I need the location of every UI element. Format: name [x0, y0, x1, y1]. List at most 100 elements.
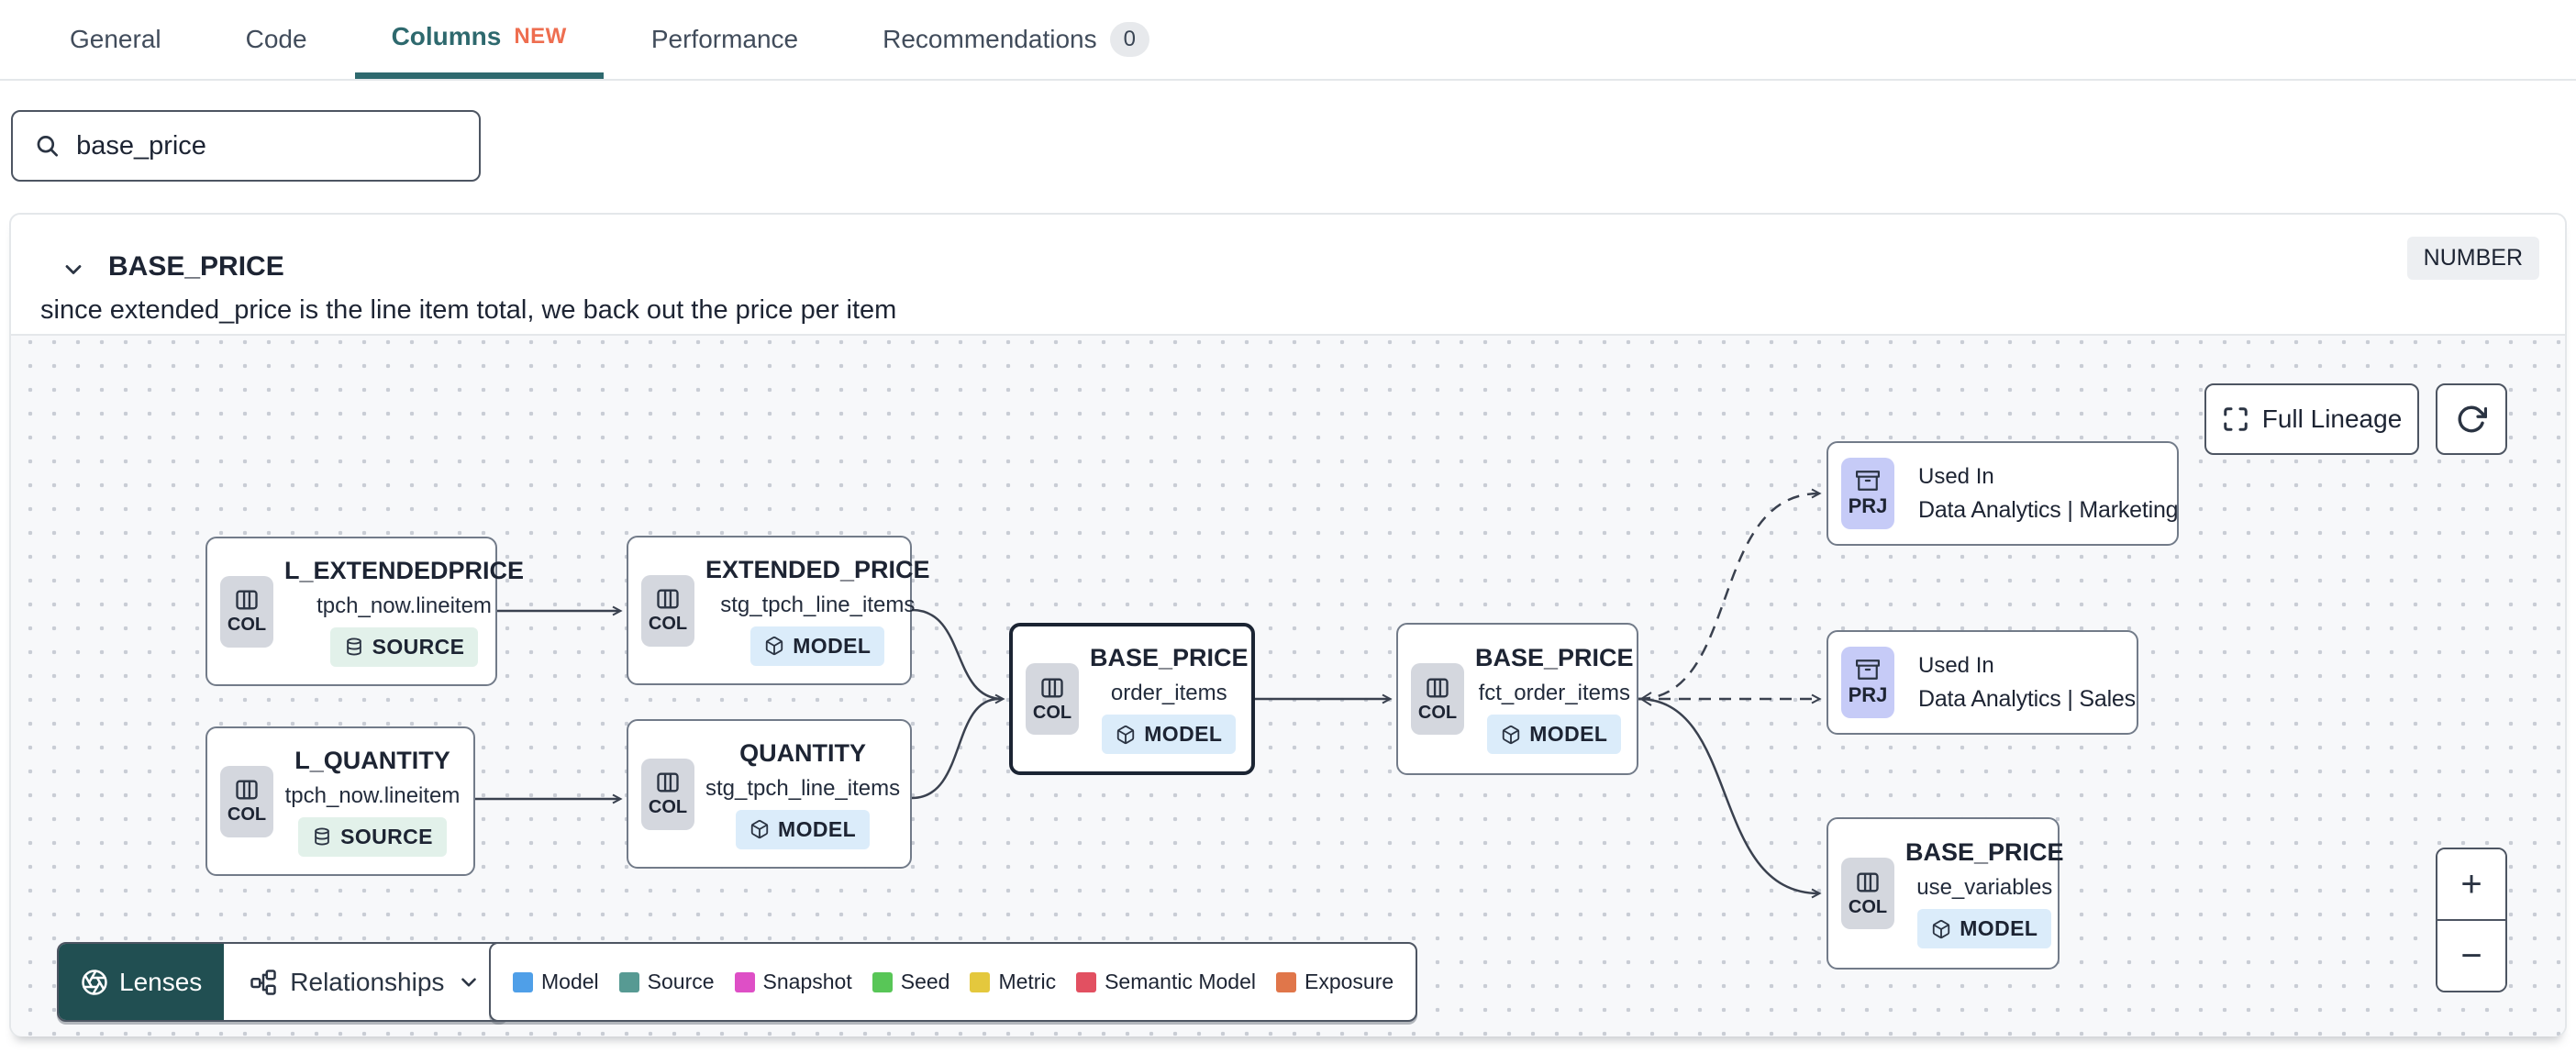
node-l-quantity[interactable]: COL L_QUANTITY tpch_now.lineitem SOURCE — [205, 726, 475, 876]
refresh-icon — [2458, 405, 2487, 433]
used-in-label: Used In — [1918, 463, 1994, 489]
node-subtitle: tpch_now.lineitem — [284, 782, 461, 808]
node-subtitle: order_items — [1110, 681, 1227, 705]
zoom-out-button[interactable]: − — [2437, 921, 2505, 991]
lenses-button[interactable]: Lenses — [59, 944, 225, 1020]
node-extended-price[interactable]: COL EXTENDED_PRICE stg_tpch_line_items M… — [627, 536, 930, 685]
node-subtitle: stg_tpch_line_items — [705, 775, 901, 801]
lineage-canvas[interactable]: COL L_EXTENDEDPRICE tpch_now.lineitem SO… — [11, 334, 2565, 1036]
columns-icon — [236, 780, 258, 800]
columns-icon — [1041, 678, 1063, 697]
legend-swatch-seed — [872, 971, 893, 992]
model-badge: MODEL — [1487, 715, 1622, 754]
aperture-icon — [82, 969, 107, 995]
node-base-price-fct-order-items[interactable]: COL BASE_PRICE fct_order_items MODEL — [1396, 623, 1638, 775]
column-entity-badge: COL — [220, 575, 273, 648]
node-used-in-sales[interactable]: PRJ Used In Data Analytics | Sales — [1827, 630, 2138, 735]
cube-icon — [1933, 919, 1950, 938]
node-subtitle: use_variables — [1916, 875, 2053, 900]
node-base-price-order-items[interactable]: COL BASE_PRICE order_items MODEL — [1009, 623, 1255, 775]
column-entity-badge: COL — [641, 574, 694, 647]
tab-code[interactable]: Code — [209, 0, 344, 79]
lenses-toolbar: Lenses Relationships — [57, 942, 509, 1022]
model-badge: MODEL — [736, 809, 871, 849]
chevron-down-icon — [461, 977, 477, 987]
chevron-down-icon[interactable] — [61, 257, 86, 283]
column-entity-badge: COL — [641, 758, 694, 830]
column-lineage-page: General Code Columns NEW Performance Rec… — [0, 0, 2576, 1053]
column-type-badge: NUMBER — [2406, 237, 2539, 280]
new-badge: NEW — [514, 23, 567, 49]
tab-general[interactable]: General — [33, 0, 198, 79]
model-badge: MODEL — [750, 626, 885, 666]
node-title: L_EXTENDEDPRICE — [284, 556, 525, 584]
node-subtitle: fct_order_items — [1478, 681, 1630, 705]
node-subtitle: stg_tpch_line_items — [720, 592, 916, 617]
legend-swatch-source — [618, 971, 639, 992]
node-title: BASE_PRICE — [1475, 644, 1634, 671]
zoom-in-button[interactable]: + — [2437, 849, 2505, 921]
columns-icon — [657, 772, 679, 793]
column-panel-header: BASE_PRICE NUMBER since extended_price i… — [11, 215, 2565, 332]
full-lineage-button[interactable]: Full Lineage — [2204, 383, 2419, 455]
column-search[interactable] — [11, 110, 481, 182]
search-icon — [37, 136, 59, 157]
column-entity-badge: COL — [1841, 858, 1894, 929]
cube-icon — [750, 819, 769, 839]
node-subtitle: tpch_now.lineitem — [316, 593, 492, 618]
refresh-button[interactable] — [2436, 383, 2507, 455]
legend-swatch-semantic-model — [1076, 971, 1097, 992]
project-name: Data Analytics | Sales — [1918, 685, 2136, 712]
node-l-extendedprice[interactable]: COL L_EXTENDEDPRICE tpch_now.lineitem SO… — [205, 537, 524, 686]
columns-icon — [1857, 872, 1879, 892]
node-title: EXTENDED_PRICE — [705, 555, 930, 583]
search-input[interactable] — [76, 130, 457, 161]
tab-recommendations[interactable]: Recommendations 0 — [846, 0, 1186, 79]
legend-metric: Metric — [970, 970, 1056, 994]
lineage-edges — [475, 488, 1822, 899]
project-icon — [1856, 471, 1880, 491]
zoom-controls: + − — [2436, 848, 2507, 992]
columns-icon — [236, 590, 258, 610]
node-title: BASE_PRICE — [1905, 838, 2064, 866]
expand-icon — [2223, 407, 2248, 431]
relationships-icon — [250, 969, 277, 995]
relationships-dropdown[interactable]: Relationships — [224, 944, 507, 1020]
recommendations-count-badge: 0 — [1109, 22, 1149, 57]
column-description: since extended_price is the line item to… — [40, 295, 897, 325]
node-title: QUANTITY — [739, 738, 867, 767]
node-quantity[interactable]: COL QUANTITY stg_tpch_line_items MODEL — [627, 719, 912, 869]
legend-exposure: Exposure — [1276, 970, 1393, 994]
model-badge: MODEL — [1102, 715, 1237, 754]
tab-bar: General Code Columns NEW Performance Rec… — [0, 0, 2576, 81]
project-entity-badge: PRJ — [1841, 458, 1894, 529]
legend-snapshot: Snapshot — [734, 970, 852, 994]
legend-semantic-model: Semantic Model — [1076, 970, 1256, 994]
database-icon — [315, 827, 329, 846]
project-entity-badge: PRJ — [1841, 647, 1894, 718]
columns-icon — [657, 589, 679, 609]
cube-icon — [1117, 725, 1135, 744]
legend-seed: Seed — [872, 970, 949, 994]
node-type-legend: Model Source Snapshot Seed Metric Semant… — [489, 942, 1418, 1022]
column-entity-badge: COL — [1026, 663, 1079, 735]
legend-swatch-metric — [970, 971, 991, 992]
source-badge: SOURCE — [298, 816, 447, 857]
project-name: Data Analytics | Marketing — [1918, 496, 2179, 523]
project-icon — [1856, 660, 1880, 680]
node-title: BASE_PRICE — [1090, 644, 1249, 671]
legend-model: Model — [513, 970, 599, 994]
used-in-label: Used In — [1918, 652, 1994, 678]
legend-source: Source — [618, 970, 715, 994]
source-badge: SOURCE — [329, 626, 479, 667]
tab-columns[interactable]: Columns NEW — [354, 0, 604, 79]
cube-icon — [766, 636, 783, 656]
node-title: L_QUANTITY — [294, 746, 450, 774]
legend-swatch-snapshot — [734, 971, 755, 992]
legend-swatch-exposure — [1276, 971, 1296, 992]
node-used-in-marketing[interactable]: PRJ Used In Data Analytics | Marketing — [1827, 441, 2179, 546]
node-base-price-use-variables[interactable]: COL BASE_PRICE use_variables MODEL — [1827, 817, 2064, 970]
database-icon — [346, 637, 361, 656]
tab-performance[interactable]: Performance — [615, 0, 835, 79]
column-entity-badge: COL — [1411, 663, 1464, 735]
